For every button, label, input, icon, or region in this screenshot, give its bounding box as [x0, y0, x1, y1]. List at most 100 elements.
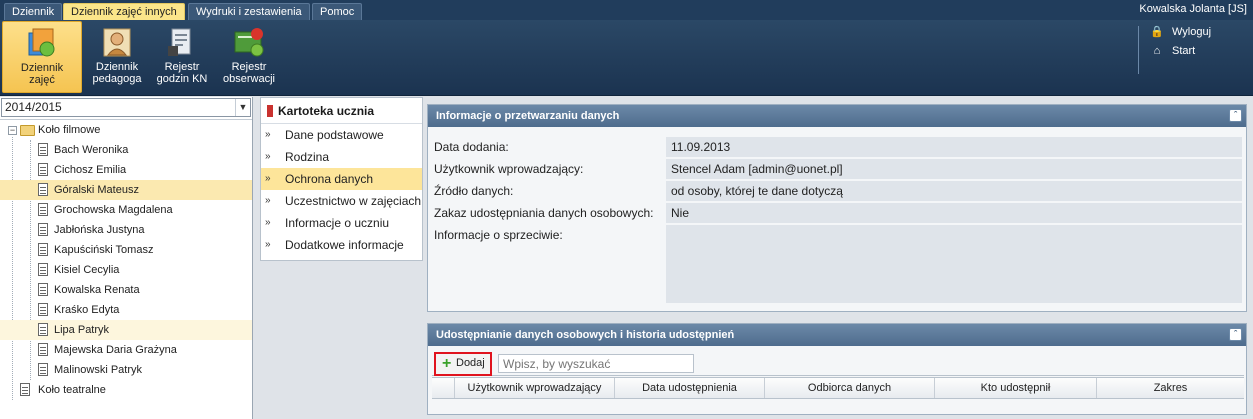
- ribbon-dziennik-zajec-button[interactable]: Dziennik zajęć: [2, 21, 82, 93]
- year-select[interactable]: 2014/2015 ▼: [1, 98, 251, 117]
- logout-link[interactable]: 🔒 Wyloguj: [1150, 25, 1211, 38]
- panel-header: Informacje o przetwarzaniu danych ˆ: [428, 105, 1246, 127]
- tree-group-label: Koło filmowe: [38, 124, 101, 136]
- tree-group-label: Koło teatralne: [38, 384, 106, 396]
- nav-item-rodzina[interactable]: » Rodzina: [261, 146, 422, 168]
- document-icon: [38, 363, 48, 376]
- tree-student-hover[interactable]: Lipa Patryk: [0, 320, 252, 340]
- start-link[interactable]: ⌂ Start: [1150, 45, 1196, 57]
- collapse-icon[interactable]: −: [8, 126, 17, 135]
- home-icon: ⌂: [1153, 45, 1161, 57]
- tree-student[interactable]: Majewska Daria Grażyna: [0, 340, 252, 360]
- ribbon-separator: [1138, 26, 1139, 74]
- nav-item-dane-podstawowe[interactable]: » Dane podstawowe: [261, 124, 422, 146]
- table-header-spacer: [432, 378, 454, 398]
- tab-dziennik-zajec-innych[interactable]: Dziennik zajęć innych: [63, 3, 185, 20]
- field-value: od osoby, której te dane dotyczą: [666, 181, 1242, 201]
- field-value: [666, 225, 1242, 303]
- nav-item-informacje[interactable]: » Informacje o uczniu: [261, 212, 422, 234]
- tab-pomoc[interactable]: Pomoc: [312, 3, 363, 20]
- journal-icon: [28, 28, 55, 57]
- field-label: Użytkownik wprowadzający:: [434, 162, 584, 176]
- document-icon: [38, 343, 48, 356]
- nav-item-uczestnictwo[interactable]: » Uczestnictwo w zajęciach: [261, 190, 422, 212]
- tree-student-label: Cichosz Emilia: [54, 164, 127, 176]
- nav-item-label: Ochrona danych: [285, 172, 374, 186]
- field-label: Źródło danych:: [434, 184, 514, 198]
- column-header[interactable]: Odbiorca danych: [764, 378, 934, 398]
- field-label: Zakaz udostępniania danych osobowych:: [434, 206, 654, 220]
- collapse-up-icon[interactable]: ˆ: [1229, 109, 1242, 122]
- tree-group-kolo-filmowe[interactable]: − Koło filmowe: [0, 120, 252, 140]
- document-icon: [20, 383, 30, 396]
- tree-student-label: Góralski Mateusz: [54, 184, 139, 196]
- tree-student-label: Malinowski Patryk: [54, 364, 143, 376]
- field-value: Nie: [666, 203, 1242, 223]
- ribbon-rejestr-obserwacji-button[interactable]: Rejestr obserwacji: [216, 21, 282, 93]
- panel-title: Informacje o przetwarzaniu danych: [436, 110, 620, 122]
- add-button[interactable]: + Dodaj: [434, 352, 492, 376]
- chevron-down-icon[interactable]: ▼: [235, 99, 250, 116]
- tab-dziennik[interactable]: Dziennik: [4, 3, 63, 20]
- column-header[interactable]: Użytkownik wprowadzający: [454, 378, 614, 398]
- tree-student-label: Kraśko Edyta: [54, 304, 120, 316]
- column-header[interactable]: Zakres: [1096, 378, 1244, 398]
- pedagogue-icon: [103, 28, 131, 57]
- tree-student-label: Grochowska Magdalena: [54, 204, 173, 216]
- tree-student[interactable]: Kisiel Cecylia: [0, 260, 252, 280]
- tab-wydruki[interactable]: Wydruki i zestawienia: [188, 3, 310, 20]
- nav-item-ochrona-danych[interactable]: » Ochrona danych: [261, 168, 422, 190]
- ribbon-rejestr-godzin-label: Rejestr godzin KN: [156, 61, 208, 85]
- tree-student-label: Lipa Patryk: [54, 324, 110, 336]
- lock-icon: 🔒: [1150, 26, 1164, 38]
- document-icon: [38, 263, 48, 276]
- column-header[interactable]: Kto udostępnił: [934, 378, 1096, 398]
- document-icon: [38, 243, 48, 256]
- collapse-up-icon[interactable]: ˆ: [1229, 328, 1242, 341]
- document-icon: [38, 203, 48, 216]
- folder-open-icon: [20, 125, 35, 136]
- nav-item-dodatkowe[interactable]: » Dodatkowe informacje: [261, 234, 422, 256]
- nav-item-label: Informacje o uczniu: [285, 216, 390, 230]
- ribbon-dziennik-pedagoga-button[interactable]: Dziennik pedagoga: [86, 21, 148, 93]
- add-button-label: Dodaj: [456, 357, 485, 369]
- nav-item-label: Uczestnictwo w zajęciach: [285, 194, 422, 208]
- document-icon: [38, 163, 48, 176]
- tree-student-label: Jabłońska Justyna: [54, 224, 145, 236]
- user-name: Kowalska Jolanta [JS]: [1139, 3, 1247, 15]
- tree-student[interactable]: Kapuściński Tomasz: [0, 240, 252, 260]
- field-row: Zakaz udostępniania danych osobowych: Ni…: [428, 203, 1246, 225]
- double-chevron-icon: »: [265, 173, 271, 184]
- column-header[interactable]: Data udostępnienia: [614, 378, 764, 398]
- document-icon: [38, 323, 48, 336]
- tree-student[interactable]: Bach Weronika: [0, 140, 252, 160]
- plus-icon: +: [442, 355, 452, 372]
- tree-student[interactable]: Kraśko Edyta: [0, 300, 252, 320]
- field-row: Użytkownik wprowadzający: Stencel Adam […: [428, 159, 1246, 181]
- field-row: Data dodania: 11.09.2013: [428, 137, 1246, 159]
- field-value: 11.09.2013: [666, 137, 1242, 157]
- tree-student[interactable]: Grochowska Magdalena: [0, 200, 252, 220]
- double-chevron-icon: »: [265, 195, 271, 206]
- document-icon: [38, 143, 48, 156]
- top-menu-bar: Dziennik Dziennik zajęć innych Wydruki i…: [0, 0, 1253, 20]
- tree-student-label: Bach Weronika: [54, 144, 129, 156]
- double-chevron-icon: »: [265, 217, 271, 228]
- tree-student[interactable]: Cichosz Emilia: [0, 160, 252, 180]
- document-icon: [38, 303, 48, 316]
- double-chevron-icon: »: [265, 151, 271, 162]
- tree-student-selected[interactable]: Góralski Mateusz: [0, 180, 252, 200]
- logout-label: Wyloguj: [1172, 26, 1212, 38]
- tree-group-kolo-teatralne[interactable]: Koło teatralne: [0, 380, 252, 400]
- ribbon-rejestr-godzin-button[interactable]: Rejestr godzin KN: [150, 21, 214, 93]
- nav-item-label: Rodzina: [285, 150, 330, 164]
- tree-student[interactable]: Kowalska Renata: [0, 280, 252, 300]
- field-row-objection: Informacje o sprzeciwie:: [428, 225, 1246, 305]
- tree-student[interactable]: Malinowski Patryk: [0, 360, 252, 380]
- ribbon-dziennik-zajec-label: Dziennik zajęć: [20, 62, 64, 86]
- tree-student[interactable]: Jabłońska Justyna: [0, 220, 252, 240]
- search-input[interactable]: [498, 354, 694, 373]
- tree-student-label: Kowalska Renata: [54, 284, 140, 296]
- ribbon-dziennik-pedagoga-label: Dziennik pedagoga: [92, 61, 142, 85]
- double-chevron-icon: »: [265, 129, 271, 140]
